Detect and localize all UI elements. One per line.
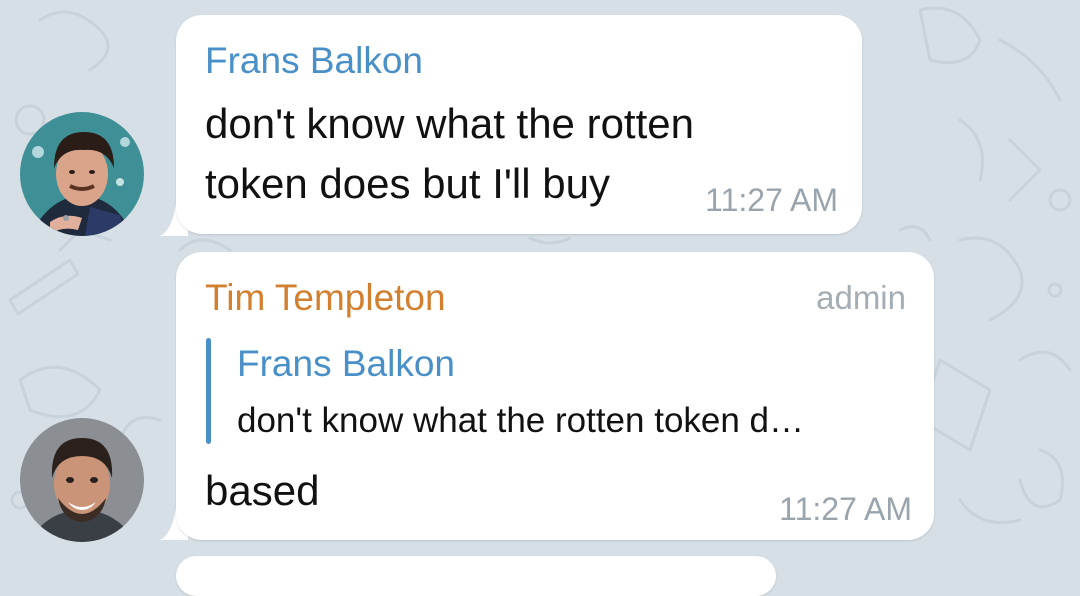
next-message-bubble-edge (176, 556, 776, 596)
message-bubble[interactable]: Tim Templeton admin Frans Balkon don't k… (176, 252, 934, 540)
avatar-tim-templeton[interactable] (20, 418, 144, 542)
reply-quote-bar (206, 338, 211, 444)
admin-badge: admin (816, 279, 906, 316)
avatar-frans-balkon[interactable] (20, 112, 144, 236)
sender-name[interactable]: Tim Templeton (205, 276, 446, 320)
message-timestamp: 11:27 AM (705, 182, 838, 218)
message-text: based (205, 467, 320, 514)
message-bubble[interactable]: Frans Balkon don't know what the rotten … (176, 15, 862, 234)
reply-preview-text[interactable]: don't know what the rotten token d… (237, 400, 804, 442)
message-text-line: don't know what the rotten (205, 100, 694, 147)
reply-sender-name[interactable]: Frans Balkon (237, 342, 455, 386)
message-text-line: token does but I'll buy (205, 160, 610, 207)
sender-name[interactable]: Frans Balkon (205, 39, 423, 83)
message-timestamp: 11:27 AM (779, 491, 912, 527)
